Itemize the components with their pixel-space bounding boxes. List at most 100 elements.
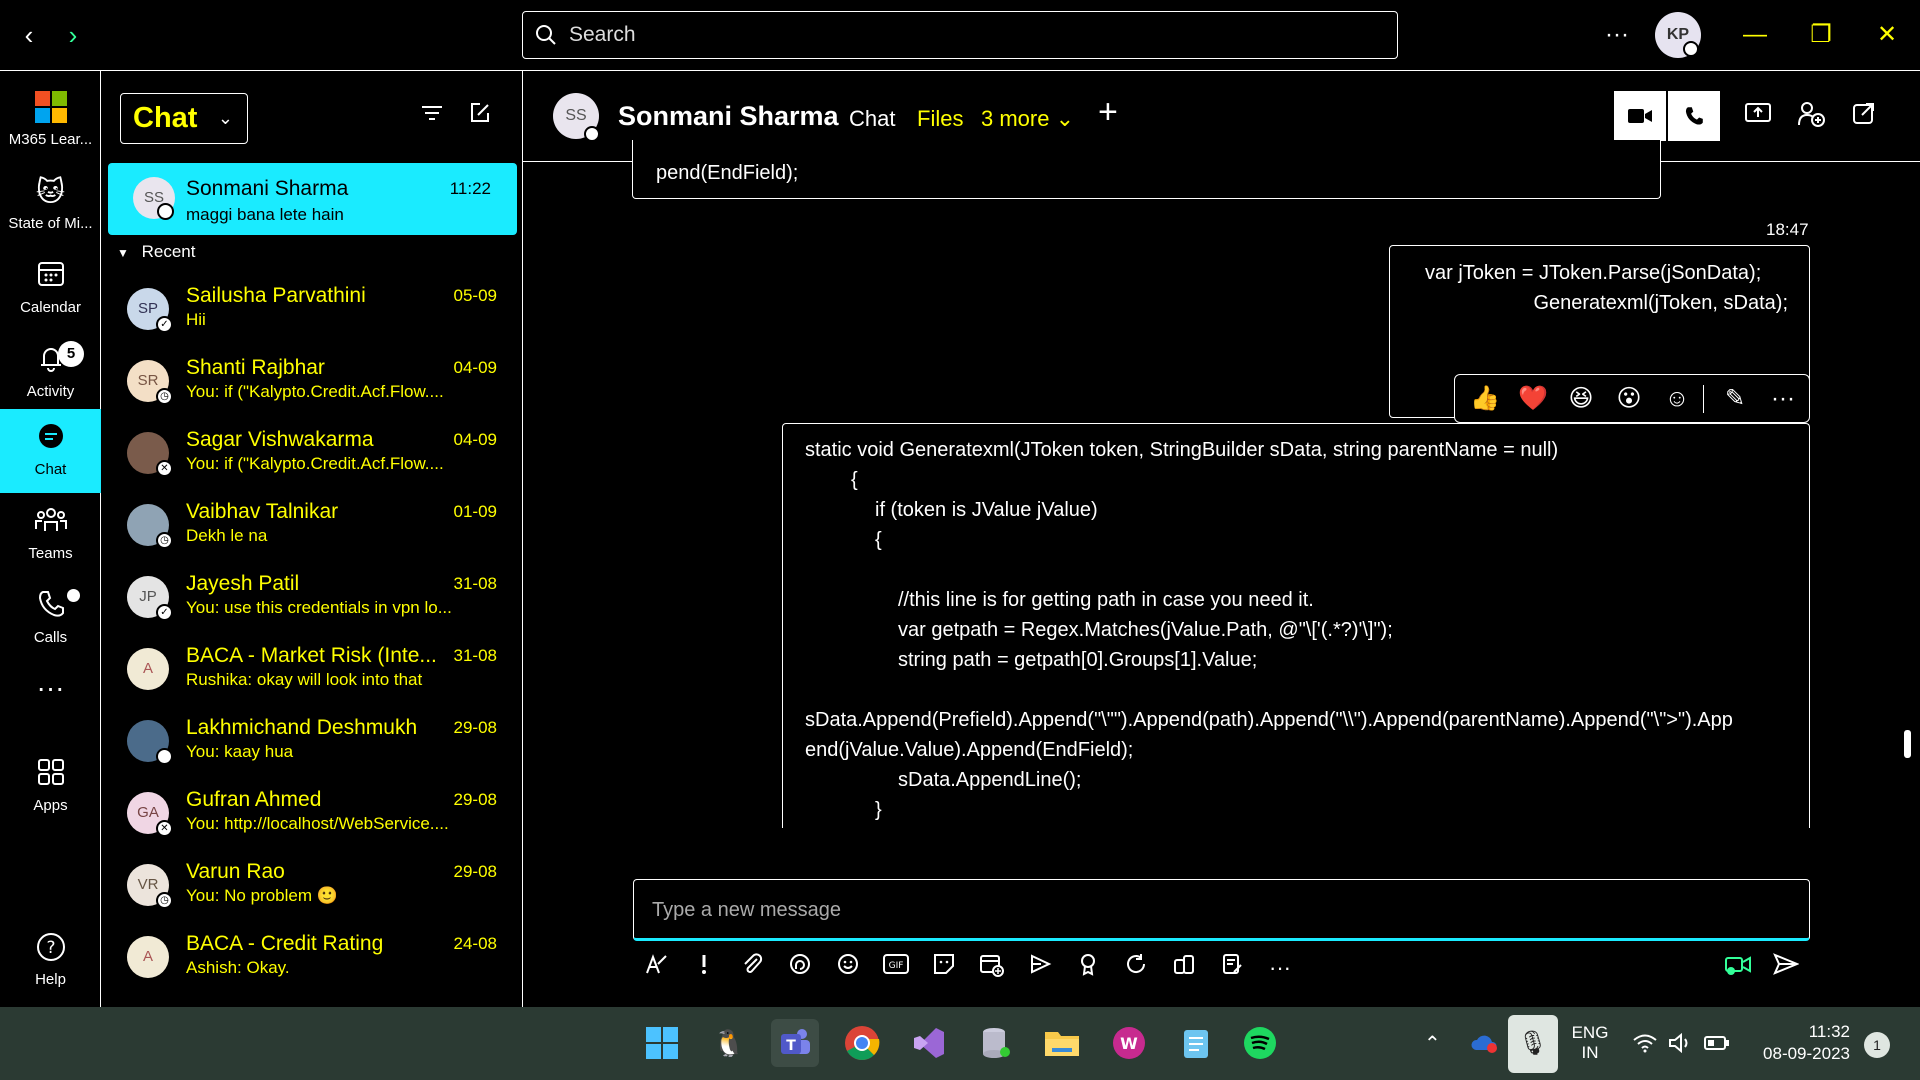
sticker-icon[interactable] bbox=[928, 952, 960, 984]
tab-more[interactable]: 3 more ⌄ bbox=[981, 106, 1074, 132]
format-icon[interactable] bbox=[640, 952, 672, 984]
rail-item-help[interactable]: ? Help bbox=[0, 919, 101, 1003]
attach-icon[interactable] bbox=[736, 952, 768, 984]
send-icon[interactable] bbox=[1770, 952, 1802, 984]
wps-app-icon[interactable]: W bbox=[1105, 1019, 1153, 1067]
close-button[interactable]: ✕ bbox=[1870, 18, 1904, 52]
new-chat-icon[interactable] bbox=[465, 101, 495, 131]
share-screen-icon[interactable] bbox=[1742, 101, 1774, 133]
status-icon: ✓ bbox=[156, 604, 173, 621]
chat-item[interactable]: LD Lakhmichand Deshmukh 29-08 You: kaay … bbox=[101, 706, 523, 778]
file-explorer-app-icon[interactable] bbox=[1038, 1019, 1086, 1067]
chat-item-group[interactable]: A BACA - Credit Rating 24-08 Ashish: Oka… bbox=[101, 922, 523, 994]
priority-icon[interactable] bbox=[688, 952, 720, 984]
refresh-icon[interactable] bbox=[1120, 952, 1152, 984]
surprised-reaction[interactable]: 😮 bbox=[1613, 383, 1645, 415]
notification-badge[interactable]: 1 bbox=[1864, 1032, 1890, 1058]
notes-icon[interactable] bbox=[1216, 952, 1248, 984]
video-call-button[interactable] bbox=[1614, 91, 1666, 141]
chat-item-time: 24-08 bbox=[453, 934, 497, 953]
rail-item-chat[interactable]: Chat bbox=[0, 409, 101, 493]
search-bar[interactable]: Search bbox=[522, 11, 1398, 59]
message-text-line: } bbox=[875, 799, 882, 821]
rail-item-m365[interactable]: M365 Lear... bbox=[0, 79, 101, 163]
add-tab-button[interactable]: + bbox=[1098, 93, 1118, 132]
rail-item-more[interactable]: ··· bbox=[0, 667, 101, 717]
microphone-icon[interactable]: 🎙 bbox=[1508, 1015, 1558, 1073]
chat-item[interactable]: SV ✕ Sagar Vishwakarma 04-09 You: if ("K… bbox=[101, 418, 523, 490]
chat-item-time: 29-08 bbox=[453, 862, 497, 881]
more-options-icon[interactable]: ··· bbox=[1264, 952, 1296, 984]
chat-item[interactable]: JP ✓ Jayesh Patil 31-08 You: use this cr… bbox=[101, 562, 523, 634]
message-bubble-code[interactable]: static void Generatexml(JToken token, St… bbox=[782, 423, 1810, 828]
rail-item-apps[interactable]: Apps bbox=[0, 745, 101, 829]
tab-chat[interactable]: Chat bbox=[849, 106, 895, 132]
language-indicator[interactable]: ENG IN bbox=[1568, 1023, 1612, 1063]
emoji-icon[interactable] bbox=[832, 952, 864, 984]
audio-call-button[interactable] bbox=[1668, 91, 1720, 141]
filter-icon[interactable] bbox=[417, 101, 447, 131]
chat-filter-dropdown[interactable]: Chat ⌄ bbox=[120, 93, 248, 144]
status-icon: ✓ bbox=[156, 316, 173, 333]
chevron-up-icon[interactable]: ⌃ bbox=[1424, 1031, 1441, 1056]
back-button[interactable]: ‹ bbox=[14, 20, 44, 50]
chat-item-name: Vaibhav Talnikar bbox=[186, 500, 339, 523]
message-composer[interactable]: Type a new message bbox=[633, 879, 1810, 941]
chat-item[interactable]: SP ✓ Sailusha Parvathini 05-09 Hii bbox=[101, 274, 523, 346]
minimize-button[interactable]: — bbox=[1738, 18, 1772, 52]
add-reaction-icon[interactable]: ☺ bbox=[1661, 383, 1693, 415]
scrollbar-thumb[interactable] bbox=[1904, 730, 1911, 758]
more-options-icon[interactable]: ··· bbox=[1767, 383, 1799, 415]
spotify-app-icon[interactable] bbox=[1236, 1019, 1284, 1067]
tab-files[interactable]: Files bbox=[917, 106, 963, 132]
message-text-line: sData.AppendLine(); bbox=[898, 769, 1082, 791]
teams-app-icon[interactable]: T bbox=[771, 1019, 819, 1067]
video-clip-icon[interactable] bbox=[1722, 952, 1754, 984]
loop-icon[interactable] bbox=[784, 952, 816, 984]
rail-item-activity[interactable]: Activity 5 bbox=[0, 331, 101, 415]
restore-button[interactable]: ❐ bbox=[1804, 18, 1838, 52]
rail-item-teams[interactable]: Teams bbox=[0, 493, 101, 577]
unread-dot bbox=[67, 589, 80, 602]
clock[interactable]: 11:32 08-09-2023 bbox=[1752, 1021, 1850, 1065]
wifi-icon[interactable] bbox=[1632, 1033, 1658, 1058]
like-reaction[interactable]: 👍 bbox=[1469, 383, 1501, 415]
battery-icon[interactable] bbox=[1704, 1035, 1730, 1056]
forward-button[interactable]: › bbox=[58, 20, 88, 50]
praise-icon[interactable] bbox=[1072, 952, 1104, 984]
volume-icon[interactable] bbox=[1668, 1032, 1692, 1058]
message-bubble-previous[interactable]: pend(EndField); bbox=[632, 140, 1661, 199]
rail-item-calendar[interactable]: Calendar bbox=[0, 247, 101, 331]
message-text-line: sData.Append(Prefield).Append("\"").Appe… bbox=[805, 709, 1733, 731]
onedrive-icon[interactable] bbox=[1470, 1032, 1500, 1059]
stream-icon[interactable] bbox=[1024, 952, 1056, 984]
paint-app-icon[interactable]: 🐧 bbox=[705, 1019, 753, 1067]
apps-icon[interactable] bbox=[1168, 952, 1200, 984]
chat-item-group[interactable]: A BACA - Market Risk (Inte... 31-08 Rush… bbox=[101, 634, 523, 706]
status-icon: ◷ bbox=[156, 892, 173, 909]
rail-item-state[interactable]: 🐱 State of Mi... bbox=[0, 163, 101, 247]
database-app-icon[interactable] bbox=[972, 1019, 1020, 1067]
chrome-app-icon[interactable] bbox=[838, 1019, 886, 1067]
chat-item-name: Varun Rao bbox=[186, 860, 285, 883]
chat-item-pinned[interactable]: SS Sonmani Sharma 11:22 maggi bana lete … bbox=[108, 163, 517, 235]
start-icon[interactable] bbox=[638, 1019, 686, 1067]
chat-item[interactable]: VR ◷ Varun Rao 29-08 You: No problem 🙂 bbox=[101, 850, 523, 922]
rail-item-calls[interactable]: Calls bbox=[0, 577, 101, 661]
office-icon bbox=[34, 91, 68, 125]
chat-item[interactable]: SR ◷ Shanti Rajbhar 04-09 You: if ("Kaly… bbox=[101, 346, 523, 418]
schedule-meeting-icon[interactable] bbox=[976, 952, 1008, 984]
heart-reaction[interactable]: ❤️ bbox=[1517, 383, 1549, 415]
chat-item[interactable]: GA ✕ Gufran Ahmed 29-08 You: http://loca… bbox=[101, 778, 523, 850]
notepad-app-icon[interactable] bbox=[1172, 1019, 1220, 1067]
chat-item[interactable]: VT ◷ Vaibhav Talnikar 01-09 Dekh le na bbox=[101, 490, 523, 562]
laugh-reaction[interactable]: 😆 bbox=[1565, 383, 1597, 415]
more-options-button[interactable]: ··· bbox=[1600, 18, 1634, 52]
pop-out-icon[interactable] bbox=[1848, 101, 1880, 133]
visual-studio-app-icon[interactable] bbox=[905, 1019, 953, 1067]
add-people-icon[interactable] bbox=[1795, 101, 1827, 133]
gif-icon[interactable]: GIF bbox=[880, 952, 912, 984]
edit-icon[interactable]: ✎ bbox=[1719, 383, 1751, 415]
presence-indicator bbox=[584, 126, 600, 142]
recent-section-toggle[interactable]: ▼ Recent bbox=[117, 242, 196, 262]
